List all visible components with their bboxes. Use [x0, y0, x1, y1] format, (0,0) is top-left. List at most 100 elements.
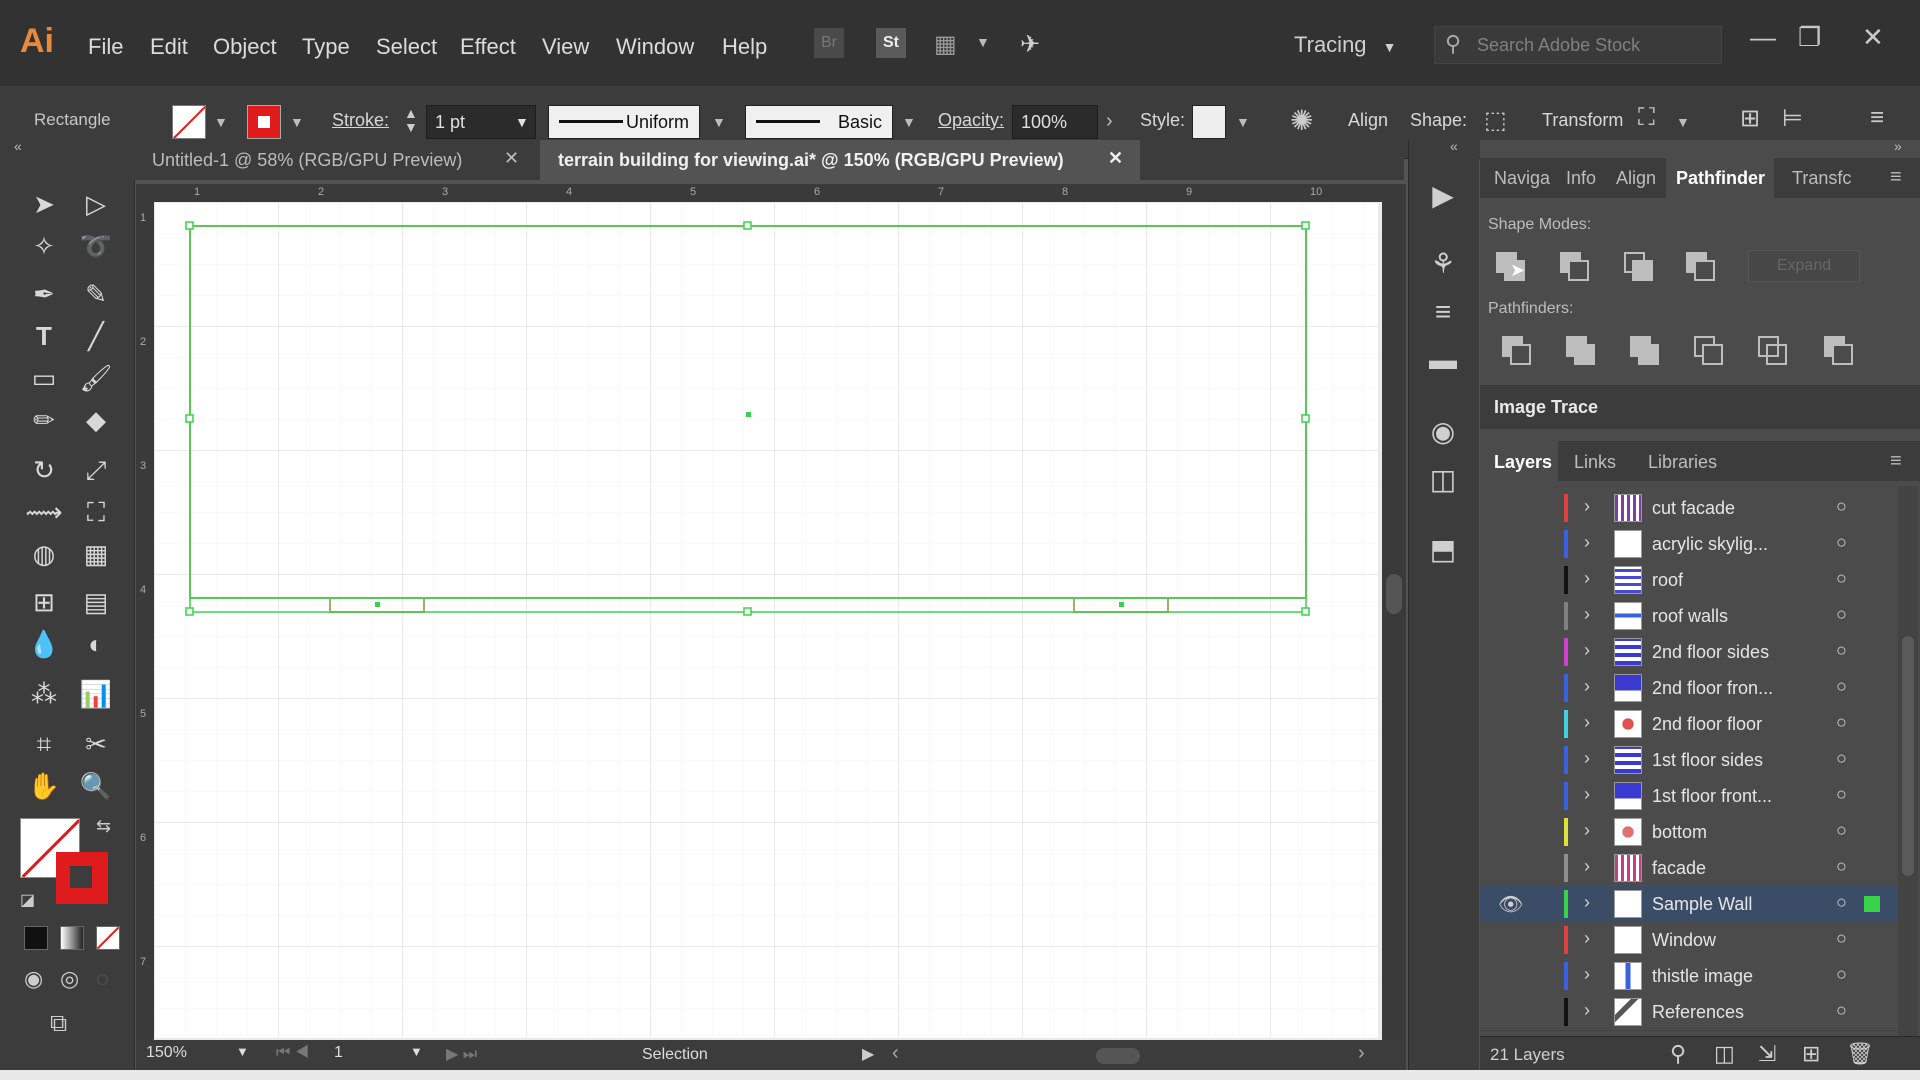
appearance-panel-icon[interactable]: ◉	[1420, 412, 1466, 452]
bridge-button[interactable]: Br	[814, 28, 844, 58]
chevron-down-icon[interactable]: ▼	[1236, 114, 1250, 130]
rectangle-tool-icon[interactable]: ▭	[24, 360, 64, 396]
layer-row[interactable]: › 2nd floor fron... ○	[1480, 670, 1898, 707]
target-icon[interactable]: ○	[1836, 712, 1847, 733]
swap-colors-icon[interactable]: ⇆	[96, 816, 111, 837]
isolate-object-icon[interactable]: ⛶	[1638, 104, 1655, 132]
target-icon[interactable]: ○	[1836, 676, 1847, 697]
chevron-right-icon[interactable]: ›	[1584, 964, 1590, 985]
stroke-stepper[interactable]: ▲ ▼	[404, 106, 418, 134]
opacity-field[interactable]: 100%	[1012, 105, 1098, 139]
close-icon[interactable]: ✕	[1862, 22, 1884, 53]
tab-pathfinder[interactable]: Pathfinder	[1676, 168, 1765, 189]
tab-untitled-1[interactable]: Untitled-1 @ 58% (RGB/GPU Preview) ✕	[134, 140, 532, 180]
target-icon[interactable]: ○	[1836, 784, 1847, 805]
gpu-performance-icon[interactable]: ✈	[1020, 30, 1040, 59]
artboard-navigation-field[interactable]: 1 ▼	[334, 1044, 430, 1068]
vertical-scrollbar[interactable]	[1382, 184, 1406, 1040]
target-icon[interactable]: ○	[1836, 496, 1847, 517]
draw-inside-icon[interactable]: ◌	[96, 966, 109, 992]
horizontal-scrollbar-thumb[interactable]	[1096, 1048, 1140, 1064]
opacity-label[interactable]: Opacity:	[938, 110, 1004, 131]
curvature-tool-icon[interactable]: ✎	[76, 276, 116, 312]
eye-icon[interactable]: 👁	[1498, 892, 1523, 917]
trim-icon[interactable]	[1564, 334, 1595, 365]
chevron-down-icon[interactable]: ▼	[214, 114, 228, 130]
align-objects-icon[interactable]: ⊞	[1740, 104, 1760, 133]
layer-row[interactable]: › 2nd floor floor ○	[1480, 706, 1898, 743]
target-icon[interactable]: ○	[1836, 604, 1847, 625]
scroll-right-icon[interactable]: ›	[1358, 1042, 1365, 1065]
target-icon[interactable]: ○	[1836, 532, 1847, 553]
layer-row[interactable]: › facade ○	[1480, 850, 1898, 887]
pencil-tool-icon[interactable]: ✏	[24, 402, 64, 438]
layer-row[interactable]: › 1st floor front... ○	[1480, 778, 1898, 815]
chevron-down-icon[interactable]: ▼	[712, 114, 726, 130]
target-icon[interactable]: ○	[1836, 856, 1847, 877]
divide-icon[interactable]	[1500, 334, 1531, 365]
minus-front-icon[interactable]	[1558, 250, 1589, 281]
tab-transform[interactable]: Transfc	[1792, 168, 1851, 189]
chevron-down-icon[interactable]: ▼	[902, 114, 916, 130]
graphic-style-swatch[interactable]	[1192, 105, 1226, 139]
collapse-icon[interactable]: «	[1450, 138, 1458, 154]
none-mode-icon[interactable]	[96, 926, 120, 950]
slice-tool-icon[interactable]: ✂	[76, 726, 116, 762]
eraser-tool-icon[interactable]: ◆	[76, 402, 116, 438]
draw-behind-icon[interactable]: ◎	[60, 966, 79, 992]
chevron-right-icon[interactable]: ›	[1106, 110, 1113, 133]
transform-link[interactable]: Transform	[1542, 110, 1623, 131]
exclude-icon[interactable]	[1684, 250, 1715, 281]
new-layer-icon[interactable]: ⊞	[1802, 1041, 1820, 1067]
layer-row-selected[interactable]: 👁 › Sample Wall ○	[1480, 886, 1898, 923]
gradient-tool-icon[interactable]: ▤	[76, 584, 116, 620]
blend-tool-icon[interactable]: ◐	[76, 626, 116, 662]
width-tool-icon[interactable]: ⟿	[24, 494, 64, 530]
menu-type[interactable]: Type	[302, 34, 350, 60]
close-icon[interactable]: ✕	[1108, 148, 1123, 169]
tab-navigator[interactable]: Naviga	[1494, 168, 1550, 189]
stroke-weight-field[interactable]: 1 pt ▼	[426, 105, 536, 139]
expand-button[interactable]: Expand	[1748, 250, 1860, 282]
tab-links[interactable]: Links	[1574, 452, 1616, 473]
mesh-tool-icon[interactable]: ⊞	[24, 584, 64, 620]
chevron-right-icon[interactable]: ›	[1584, 712, 1590, 733]
chevron-right-icon[interactable]: ›	[1584, 820, 1590, 841]
magic-wand-tool-icon[interactable]: ✧	[24, 228, 64, 264]
draw-normal-icon[interactable]: ◉	[24, 966, 43, 992]
layer-row[interactable]: › 2nd floor sides ○	[1480, 634, 1898, 671]
horizontal-ruler[interactable]: 1 2 3 4 5 6 7 8 9 10	[136, 184, 1382, 202]
chevron-right-icon[interactable]: ›	[1584, 856, 1590, 877]
layer-row[interactable]: › acrylic skylig... ○	[1480, 526, 1898, 563]
scroll-left-icon[interactable]: ‹	[892, 1042, 899, 1065]
target-icon[interactable]: ○	[1836, 1000, 1847, 1021]
menu-file[interactable]: File	[88, 34, 123, 60]
hand-tool-icon[interactable]: ✋	[24, 768, 64, 804]
layer-row[interactable]: › Window ○	[1480, 922, 1898, 959]
outline-icon[interactable]	[1756, 334, 1787, 365]
chevron-right-icon[interactable]: ›	[1584, 784, 1590, 805]
stroke-swatch[interactable]	[247, 105, 281, 139]
chevron-right-icon[interactable]: ›	[1584, 604, 1590, 625]
chevron-down-icon[interactable]: ▼	[976, 34, 990, 50]
brush-definition[interactable]: Basic	[745, 105, 893, 139]
free-transform-tool-icon[interactable]: ⛶	[76, 494, 116, 530]
layer-row[interactable]: › thistle image ○	[1480, 958, 1898, 995]
status-menu-icon[interactable]: ▶	[862, 1044, 874, 1064]
tab-terrain-building[interactable]: terrain building for viewing.ai* @ 150% …	[540, 140, 1140, 180]
layers-scrollbar[interactable]	[1898, 486, 1918, 1036]
puppet-warp-icon[interactable]: ⚘	[1420, 244, 1466, 284]
default-colors-icon[interactable]: ◪	[20, 890, 35, 910]
line-tool-icon[interactable]: ╱	[76, 318, 116, 354]
layer-row[interactable]: › 1st floor sides ○	[1480, 742, 1898, 779]
zoom-level-field[interactable]: 150% ▼	[146, 1044, 254, 1068]
export-panel-icon[interactable]: ⬒	[1420, 530, 1466, 570]
create-sublayer-icon[interactable]: ⇲	[1758, 1041, 1776, 1067]
gradient-mode-icon[interactable]	[60, 926, 84, 950]
rotate-tool-icon[interactable]: ↻	[24, 452, 64, 488]
restore-icon[interactable]: ❐	[1798, 22, 1821, 53]
artboard[interactable]	[154, 202, 1378, 1038]
target-icon[interactable]: ○	[1836, 964, 1847, 985]
search-icon[interactable]: ⚲	[1670, 1041, 1686, 1067]
align-link[interactable]: Align	[1348, 110, 1388, 131]
